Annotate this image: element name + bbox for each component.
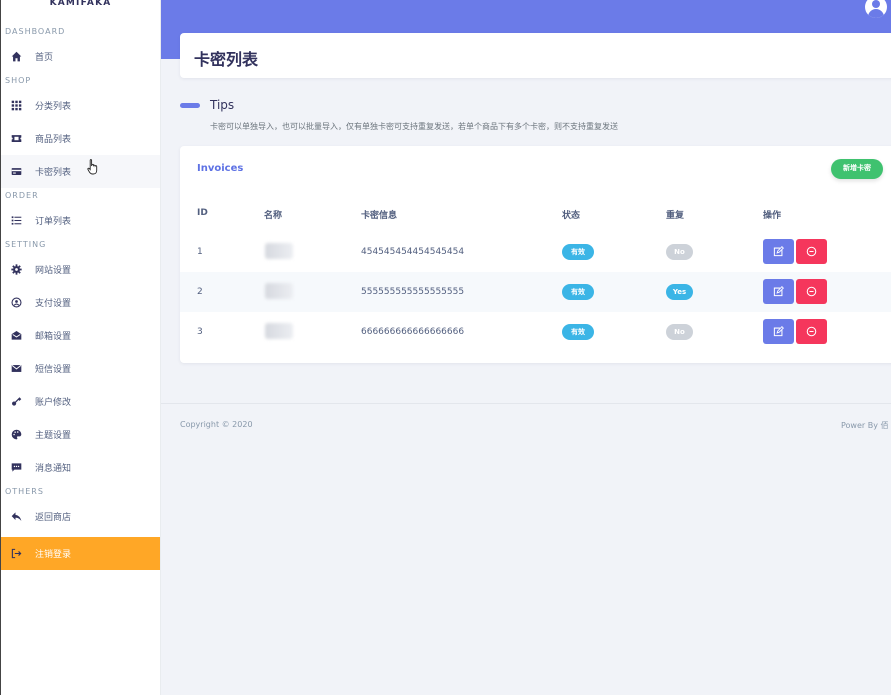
blurred-name (265, 243, 293, 259)
edit-icon (773, 326, 784, 337)
list-icon (9, 214, 23, 228)
sidebar-item-site-settings[interactable]: 网站设置 (1, 253, 160, 286)
grid-icon (9, 99, 23, 113)
sidebar-item-home[interactable]: 首页 (1, 40, 160, 73)
edit-icon (773, 246, 784, 257)
sidebar-item-mail-settings[interactable]: 邮箱设置 (1, 319, 160, 352)
add-card-button[interactable]: 新增卡密 (831, 159, 883, 179)
table-header: ID 名称 卡密信息 状态 重复 操作 (180, 198, 891, 228)
col-repeat: 重复 (666, 211, 685, 221)
minus-circle-icon (806, 246, 817, 257)
col-status: 状态 (562, 211, 581, 221)
sidebar-item-account[interactable]: 账户修改 (1, 385, 160, 418)
section-dashboard: DASHBOARD (5, 27, 66, 36)
invoices-title: Invoices (197, 163, 244, 174)
table-row: 3 666666666666666666 有效 No (180, 312, 891, 352)
sidebar-item-label: 卡密列表 (35, 168, 72, 178)
envelope-open-icon (9, 329, 23, 343)
sidebar-item-cards[interactable]: 卡密列表 (1, 155, 160, 188)
section-others: OTHERS (5, 487, 44, 496)
row-info: 555555555555555555 (361, 287, 465, 297)
envelope-icon (9, 362, 23, 376)
status-badge: 有效 (562, 244, 594, 260)
edit-button[interactable] (763, 319, 794, 344)
sidebar-item-notify[interactable]: 消息通知 (1, 451, 160, 484)
blurred-name (265, 323, 293, 339)
section-order: ORDER (5, 191, 39, 200)
sign-out-icon (9, 547, 23, 561)
edit-button[interactable] (763, 279, 794, 304)
minus-circle-icon (806, 326, 817, 337)
reply-icon (9, 510, 23, 524)
tips-title: Tips (210, 98, 235, 112)
footer-divider (161, 403, 891, 404)
powered-by-text: Power By 佰 (841, 421, 889, 430)
table-row: 1 454545454454545454 有效 No (180, 232, 891, 272)
message-icon (9, 461, 23, 475)
tips-marker (180, 103, 200, 108)
sidebar-item-label: 邮箱设置 (35, 332, 72, 342)
credit-card-icon (9, 165, 23, 179)
sidebar-item-back-shop[interactable]: 返回商店 (1, 500, 160, 533)
home-icon (9, 50, 23, 64)
repeat-badge: No (666, 324, 693, 340)
hand-cursor-icon (87, 159, 98, 175)
sidebar-item-label: 注销登录 (35, 550, 72, 560)
ticket-icon (9, 132, 23, 146)
delete-button[interactable] (796, 319, 827, 344)
row-id: 1 (197, 247, 203, 257)
sidebar-item-payment-settings[interactable]: 支付设置 (1, 286, 160, 319)
brand-logo: KAMIFAKA (49, 0, 112, 8)
sidebar-item-label: 返回商店 (35, 513, 72, 523)
gear-icon (9, 263, 23, 277)
sidebar-item-label: 订单列表 (35, 217, 72, 227)
tips-text: 卡密可以单独导入，也可以批量导入，仅有单独卡密可支持重复发送，若单个商品下有多个… (210, 122, 618, 131)
sidebar-item-label: 网站设置 (35, 266, 72, 276)
table-row: 2 555555555555555555 有效 Yes (180, 272, 891, 312)
copyright-text: Copyright © 2020 (180, 420, 253, 429)
page-title: 卡密列表 (194, 50, 259, 69)
sidebar-item-theme[interactable]: 主题设置 (1, 418, 160, 451)
col-info: 卡密信息 (361, 211, 398, 221)
edit-icon (773, 286, 784, 297)
sidebar-item-label: 首页 (35, 53, 54, 63)
sidebar-item-sms-settings[interactable]: 短信设置 (1, 352, 160, 385)
user-avatar-icon[interactable] (865, 0, 887, 18)
col-id: ID (197, 208, 208, 218)
sidebar-item-logout[interactable]: 注销登录 (1, 537, 160, 570)
repeat-badge: Yes (666, 284, 693, 300)
section-shop: SHOP (5, 76, 32, 85)
section-setting: SETTING (5, 240, 47, 249)
delete-button[interactable] (796, 279, 827, 304)
invoices-card: Invoices 新增卡密 ID 名称 卡密信息 状态 重复 操作 1 4545… (180, 146, 891, 363)
sidebar-item-label: 短信设置 (35, 365, 72, 375)
sidebar-item-label: 账户修改 (35, 398, 72, 408)
sidebar-item-label: 主题设置 (35, 431, 72, 441)
sidebar-item-label: 支付设置 (35, 299, 72, 309)
key-icon (9, 395, 23, 409)
delete-button[interactable] (796, 239, 827, 264)
sidebar: KAMIFAKA DASHBOARD 首页 SHOP 分类列表 商品列表 卡密列… (0, 0, 161, 695)
row-id: 2 (197, 287, 203, 297)
sidebar-item-categories[interactable]: 分类列表 (1, 89, 160, 122)
col-actions: 操作 (763, 211, 782, 221)
col-name: 名称 (264, 211, 283, 221)
repeat-badge: No (666, 244, 693, 260)
palette-icon (9, 428, 23, 442)
row-info: 454545454454545454 (361, 247, 465, 257)
sidebar-item-orders[interactable]: 订单列表 (1, 204, 160, 237)
user-circle-icon (9, 296, 23, 310)
status-badge: 有效 (562, 284, 594, 300)
page-header-card: 卡密列表 (180, 33, 891, 78)
edit-button[interactable] (763, 239, 794, 264)
row-info: 666666666666666666 (361, 327, 465, 337)
sidebar-item-label: 消息通知 (35, 464, 72, 474)
sidebar-item-products[interactable]: 商品列表 (1, 122, 160, 155)
minus-circle-icon (806, 286, 817, 297)
status-badge: 有效 (562, 324, 594, 340)
sidebar-item-label: 商品列表 (35, 135, 72, 145)
blurred-name (265, 283, 293, 299)
sidebar-item-label: 分类列表 (35, 102, 72, 112)
row-id: 3 (197, 327, 203, 337)
